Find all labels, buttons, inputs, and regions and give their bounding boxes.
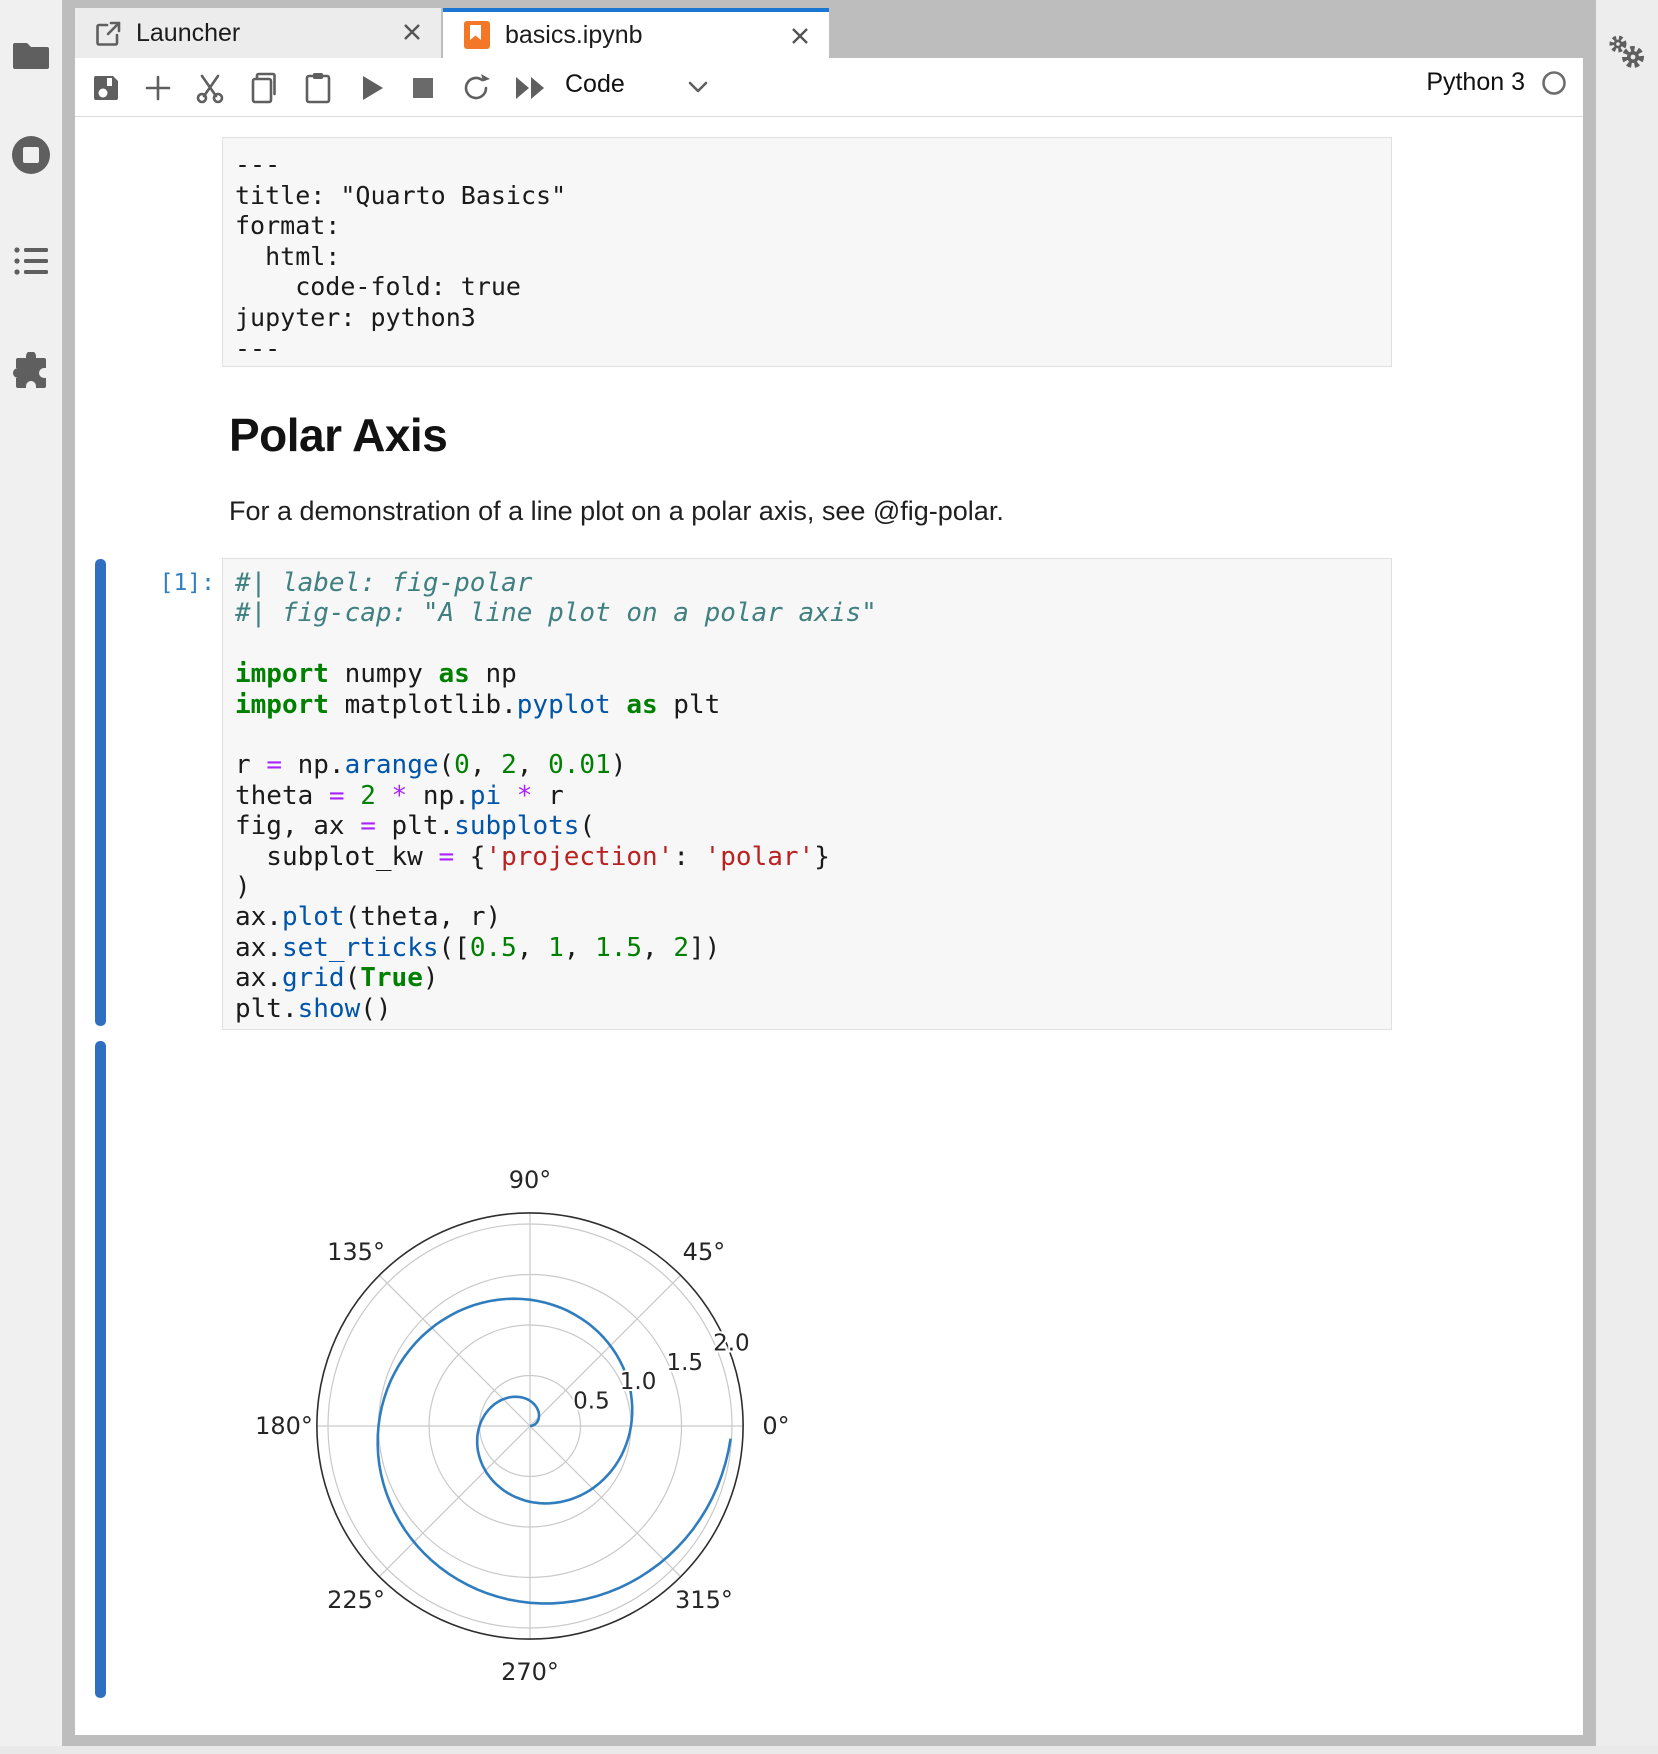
restart-run-all-button[interactable] xyxy=(513,71,547,105)
copy-icon xyxy=(249,72,279,104)
run-icon xyxy=(359,74,385,102)
cell-type-dropdown[interactable]: Code xyxy=(565,70,745,106)
yaml-frontmatter-text: --- title: "Quarto Basics" format: html:… xyxy=(223,138,1391,376)
code-cell-collapser[interactable] xyxy=(95,559,106,1026)
markdown-paragraph: For a demonstration of a line plot on a … xyxy=(229,496,1004,527)
paste-cells-button[interactable] xyxy=(301,71,335,105)
svg-text:315°: 315° xyxy=(675,1586,733,1614)
sidebar-item-table-of-contents[interactable] xyxy=(0,226,62,296)
tab-label: basics.ipynb xyxy=(505,21,643,50)
svg-text:0°: 0° xyxy=(762,1412,789,1440)
stop-icon xyxy=(411,76,435,100)
restart-icon xyxy=(461,73,491,103)
kernel-indicator[interactable]: Python 3 xyxy=(1426,68,1567,97)
close-tab-button[interactable] xyxy=(789,25,811,47)
close-icon xyxy=(789,25,811,47)
main-dock-panel: Launcher basics.ipynb xyxy=(75,8,1583,1735)
paste-icon xyxy=(304,72,332,104)
svg-text:180°: 180° xyxy=(255,1412,313,1440)
folder-icon xyxy=(12,39,50,71)
stop-kernel-button[interactable] xyxy=(406,71,440,105)
fast-forward-icon xyxy=(513,75,547,101)
plus-icon xyxy=(144,74,172,102)
raw-cell-yaml[interactable]: --- title: "Quarto Basics" format: html:… xyxy=(222,137,1392,367)
scissors-icon xyxy=(194,72,226,104)
copy-cells-button[interactable] xyxy=(247,71,281,105)
list-icon xyxy=(14,246,48,276)
svg-text:135°: 135° xyxy=(327,1238,385,1266)
tab-label: Launcher xyxy=(136,19,240,48)
jupyterlab-window: Launcher basics.ipynb xyxy=(0,0,1658,1754)
property-inspector-button[interactable] xyxy=(1596,20,1658,90)
stop-circle-icon xyxy=(10,134,52,176)
polar-plot-output: 0° 45° 90° 135° 180° 225° 270° 315° 0.5 1.0 1.5 2.0 xyxy=(230,1121,830,1691)
puzzle-icon xyxy=(12,352,50,390)
tab-notebook[interactable]: basics.ipynb xyxy=(443,8,829,58)
close-icon xyxy=(401,21,423,43)
code-cell-editor[interactable]: #| label: fig-polar#| fig-cap: "A line p… xyxy=(222,558,1392,1030)
markdown-heading: Polar Axis xyxy=(229,408,447,462)
restart-kernel-button[interactable] xyxy=(459,71,493,105)
cell-type-value: Code xyxy=(565,70,625,98)
close-tab-button[interactable] xyxy=(401,21,423,43)
svg-text:270°: 270° xyxy=(501,1658,559,1686)
kernel-status-icon xyxy=(1541,70,1567,96)
notebook-scroll-area: --- title: "Quarto Basics" format: html:… xyxy=(75,118,1583,1735)
kernel-name: Python 3 xyxy=(1426,68,1525,97)
svg-text:90°: 90° xyxy=(509,1166,552,1194)
notebook-toolbar: Code Python 3 xyxy=(75,58,1583,117)
svg-text:225°: 225° xyxy=(327,1586,385,1614)
tab-launcher[interactable]: Launcher xyxy=(75,8,441,58)
svg-text:2.0: 2.0 xyxy=(713,1331,750,1357)
chevron-down-icon xyxy=(687,80,709,94)
gears-icon xyxy=(1604,32,1650,78)
svg-text:1.5: 1.5 xyxy=(666,1350,703,1376)
code-text: #| label: fig-polar#| fig-cap: "A line p… xyxy=(223,559,1391,1033)
cell-output-area: 0° 45° 90° 135° 180° 225° 270° 315° 0.5 1.0 1.5 2.0 xyxy=(230,1121,830,1691)
tab-bar: Launcher basics.ipynb xyxy=(75,8,1583,58)
launcher-icon xyxy=(95,20,122,47)
execution-count: [1]: xyxy=(113,570,215,596)
svg-text:1.0: 1.0 xyxy=(620,1369,657,1395)
save-button[interactable] xyxy=(89,71,123,105)
cut-cells-button[interactable] xyxy=(193,71,227,105)
sidebar-item-file-browser[interactable] xyxy=(0,20,62,90)
right-sidebar xyxy=(1596,0,1658,1754)
insert-cell-button[interactable] xyxy=(141,71,175,105)
run-cell-button[interactable] xyxy=(355,71,389,105)
sidebar-item-extensions[interactable] xyxy=(0,336,62,406)
svg-text:0.5: 0.5 xyxy=(573,1389,610,1415)
sidebar-item-running-kernels[interactable] xyxy=(0,120,62,190)
output-collapser[interactable] xyxy=(95,1041,106,1698)
notebook-icon xyxy=(463,20,491,50)
svg-text:45°: 45° xyxy=(683,1238,726,1266)
save-icon xyxy=(91,73,121,103)
window-bottom-edge xyxy=(0,1746,1658,1754)
left-activity-bar xyxy=(0,0,62,1754)
